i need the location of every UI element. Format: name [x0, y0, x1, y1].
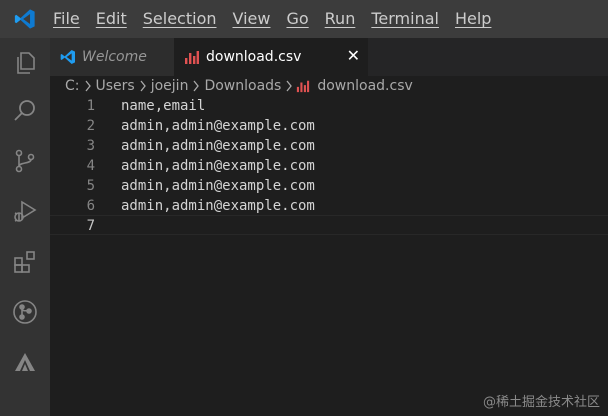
- breadcrumb-downloads[interactable]: Downloads: [203, 78, 282, 94]
- source-control-icon[interactable]: [0, 141, 50, 181]
- line-number: 5: [86, 178, 95, 194]
- code-editor[interactable]: 1 name,email 2 admin,admin@example.com 3…: [50, 96, 608, 416]
- line-number: 1: [86, 98, 95, 114]
- menu-file[interactable]: File: [50, 0, 88, 38]
- explorer-icon[interactable]: [0, 43, 50, 83]
- line-text: admin,admin@example.com: [121, 138, 315, 154]
- line-number: 7: [86, 218, 95, 234]
- tab-welcome-label: Welcome: [82, 49, 147, 65]
- editor-line[interactable]: 5 admin,admin@example.com: [50, 176, 608, 196]
- chevron-right-icon: [81, 76, 95, 96]
- line-text: admin,admin@example.com: [121, 118, 315, 134]
- line-number: 4: [86, 158, 95, 174]
- editor-line[interactable]: 1 name,email: [50, 96, 608, 116]
- chevron-right-icon: [282, 76, 296, 96]
- editor-line[interactable]: 4 admin,admin@example.com: [50, 156, 608, 176]
- csv-file-icon: [297, 80, 310, 93]
- git-graph-icon[interactable]: [0, 292, 50, 332]
- line-number: 2: [86, 118, 95, 134]
- vscode-logo-icon: [60, 50, 75, 64]
- breadcrumb-file[interactable]: download.csv: [316, 78, 413, 94]
- watermark: @稀土掘金技术社区: [482, 395, 600, 410]
- csv-file-icon: [185, 51, 199, 64]
- line-text: admin,admin@example.com: [121, 158, 315, 174]
- line-text: admin,admin@example.com: [121, 198, 315, 214]
- vscode-logo-icon: [0, 0, 50, 38]
- deploy-icon[interactable]: [0, 342, 50, 382]
- menu-go[interactable]: Go: [278, 0, 316, 38]
- line-text: admin,admin@example.com: [121, 178, 315, 194]
- chevron-right-icon: [189, 76, 203, 96]
- line-text: name,email: [121, 98, 206, 114]
- editor-line[interactable]: 2 admin,admin@example.com: [50, 116, 608, 136]
- menu-terminal[interactable]: Terminal: [363, 0, 447, 38]
- breadcrumb-joejin[interactable]: joejin: [150, 78, 190, 94]
- chevron-right-icon: [136, 76, 150, 96]
- breadcrumb-drive[interactable]: C:: [64, 78, 81, 94]
- line-number: 6: [86, 198, 95, 214]
- close-icon[interactable]: ✕: [347, 47, 360, 65]
- editor-line[interactable]: 3 admin,admin@example.com: [50, 136, 608, 156]
- tab-welcome[interactable]: Welcome: [50, 38, 174, 76]
- editor-line[interactable]: 6 admin,admin@example.com: [50, 196, 608, 216]
- menu-help[interactable]: Help: [447, 0, 499, 38]
- activity-bar: [0, 38, 50, 416]
- extensions-icon[interactable]: [0, 242, 50, 282]
- run-debug-icon[interactable]: [0, 191, 50, 231]
- search-icon[interactable]: [0, 91, 50, 131]
- menu-selection[interactable]: Selection: [135, 0, 225, 38]
- menu-run[interactable]: Run: [317, 0, 364, 38]
- menu-edit[interactable]: Edit: [88, 0, 135, 38]
- tab-download-csv[interactable]: download.csv ✕: [174, 38, 368, 76]
- breadcrumb: C: Users joejin Downloads download.csv: [64, 76, 414, 96]
- tab-download-csv-label: download.csv: [206, 49, 302, 65]
- title-bar: File Edit Selection View Go Run Terminal…: [0, 0, 608, 38]
- editor-line-current[interactable]: 7: [50, 215, 608, 235]
- editor-tabs: Welcome download.csv ✕: [50, 38, 608, 76]
- breadcrumb-users[interactable]: Users: [95, 78, 136, 94]
- menu-bar: File Edit Selection View Go Run Terminal…: [50, 0, 499, 38]
- menu-view[interactable]: View: [225, 0, 279, 38]
- line-number: 3: [86, 138, 95, 154]
